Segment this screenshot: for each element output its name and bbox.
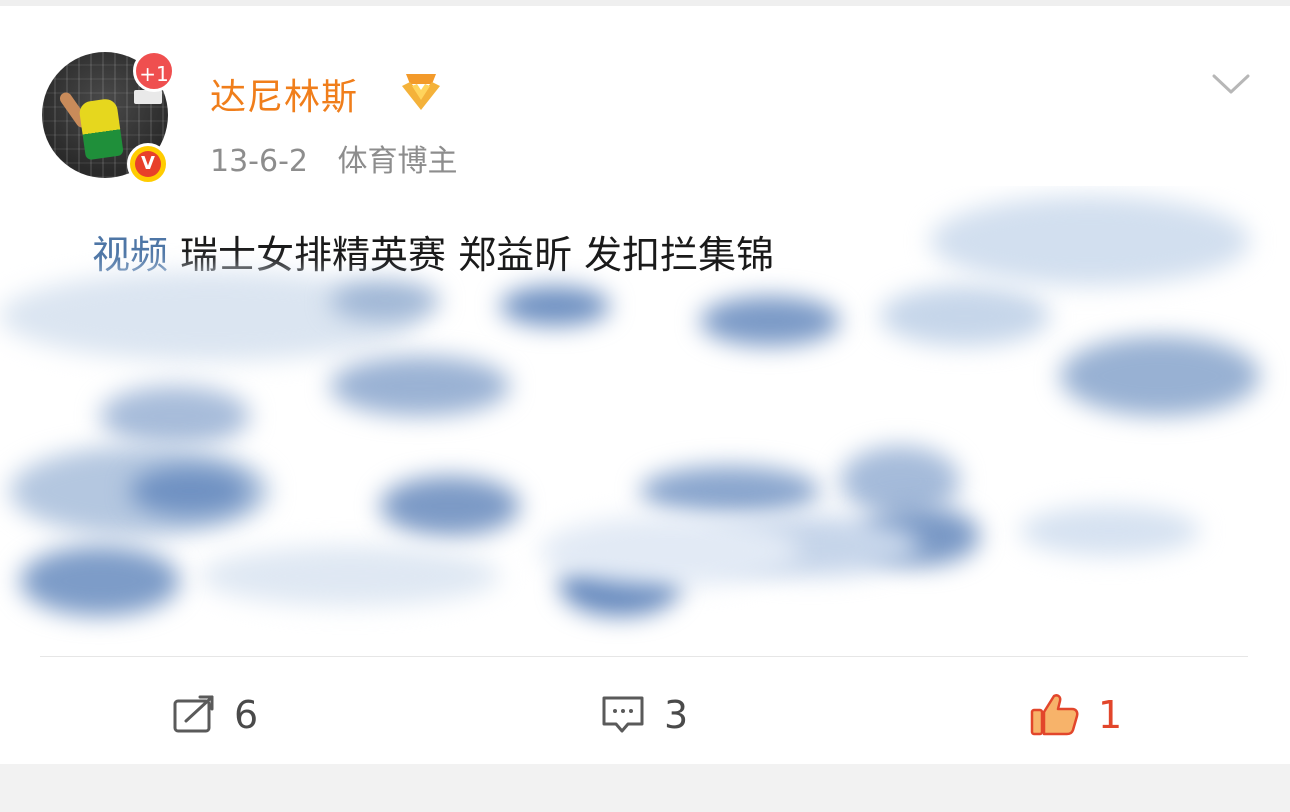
verified-badge: V: [127, 143, 169, 185]
repost-count: 6: [234, 693, 259, 737]
thumbs-up-icon: [1030, 694, 1079, 736]
blur-blob: [1060, 336, 1260, 416]
comment-icon: [602, 696, 644, 733]
comment-button[interactable]: 3: [600, 690, 688, 740]
blur-blob: [880, 286, 1050, 346]
blurred-media-region[interactable]: [0, 186, 1290, 646]
medal-icon[interactable]: [398, 70, 444, 114]
blur-blob: [1020, 506, 1200, 556]
blur-blob: [540, 516, 800, 586]
blur-blob: [100, 386, 250, 446]
blur-blob: [700, 296, 840, 346]
blur-blob: [330, 356, 510, 416]
blur-blob: [130, 466, 250, 516]
username[interactable]: 达尼林斯: [210, 68, 358, 120]
blur-blob: [640, 466, 820, 516]
blur-blob: [330, 281, 440, 321]
repost-button[interactable]: 6: [172, 690, 258, 740]
chevron-down-icon[interactable]: [1212, 72, 1250, 96]
divider: [40, 656, 1248, 657]
blur-blob: [930, 196, 1250, 286]
blur-blob: [380, 476, 520, 536]
verified-badge-label: V: [135, 151, 161, 177]
comment-count: 3: [664, 693, 689, 737]
blur-blob: [20, 546, 180, 616]
post-card[interactable]: +1 V 达尼林斯 13-6-2 体育博主 视频 瑞士女排精英赛 郑益昕 发扣拦集…: [0, 6, 1290, 764]
avatar-player: [78, 97, 124, 161]
post-date: 13-6-2: [210, 144, 308, 179]
blur-blob: [500, 286, 610, 326]
new-post-badge: +1: [133, 50, 175, 92]
bottom-separator: [0, 764, 1290, 812]
blur-blob: [840, 446, 960, 516]
repost-icon: [173, 695, 214, 733]
author-category: 体育博主: [337, 144, 458, 179]
post-meta: 13-6-2 体育博主: [210, 136, 458, 180]
blur-blob: [200, 546, 500, 606]
like-count: 1: [1098, 693, 1123, 737]
like-button[interactable]: 1: [1030, 690, 1122, 740]
